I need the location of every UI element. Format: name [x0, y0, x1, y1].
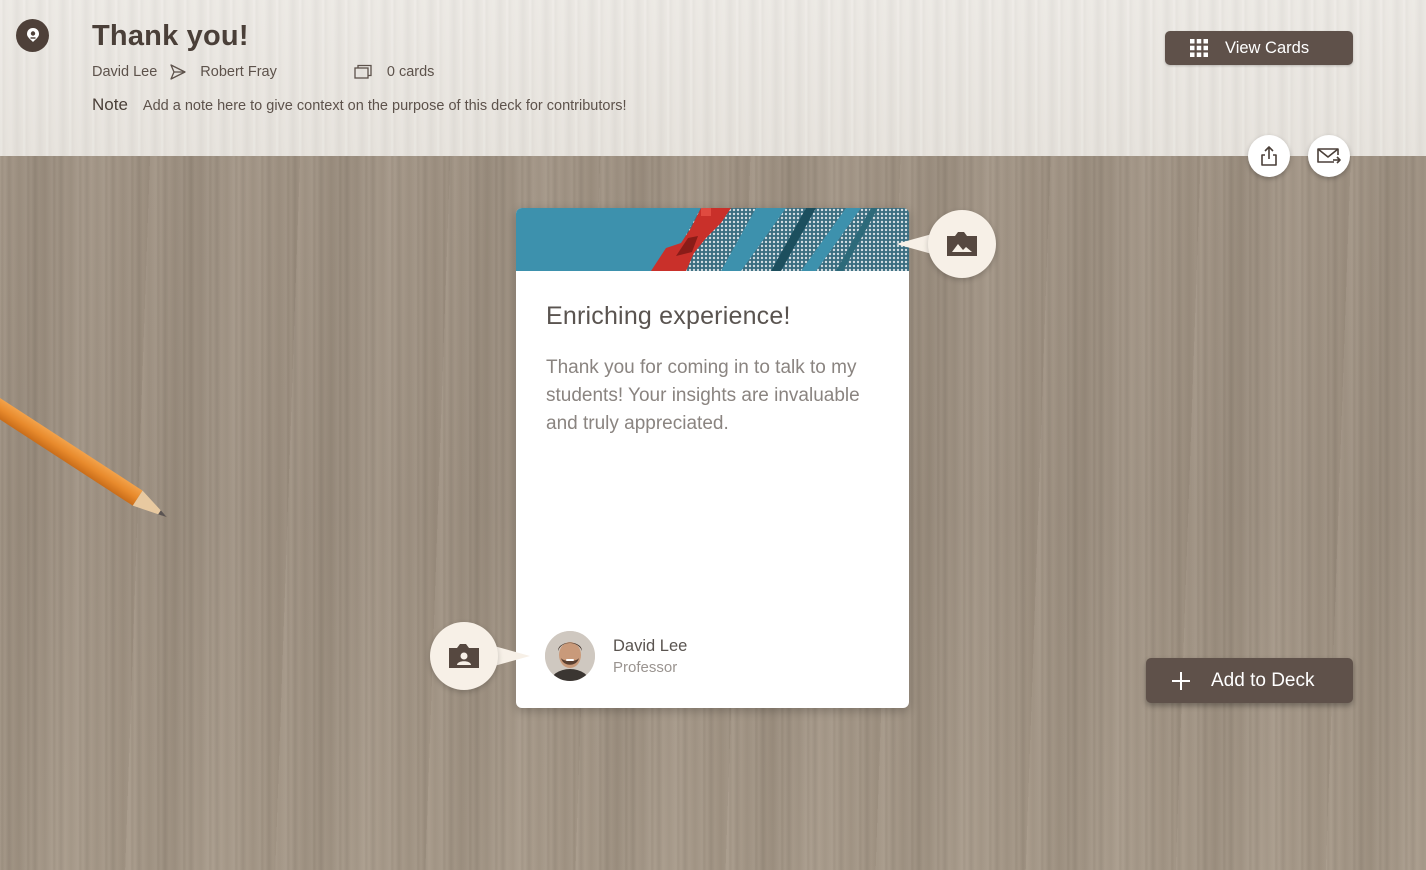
app-logo-icon[interactable]: [16, 19, 49, 52]
author-info: David Lee Professor: [613, 637, 687, 676]
share-icon: [1261, 146, 1277, 166]
deck-note: Note Add a note here to give context on …: [92, 95, 627, 115]
card-heading: Enriching experience!: [546, 302, 791, 330]
image-folder-icon: [947, 232, 977, 256]
note-text[interactable]: Add a note here to give context on the p…: [143, 98, 627, 114]
mail-forward-icon: [1317, 148, 1341, 164]
grid-icon: [1190, 39, 1208, 57]
view-cards-button[interactable]: View Cards: [1165, 31, 1353, 65]
share-button[interactable]: [1248, 135, 1290, 177]
change-image-button[interactable]: [928, 210, 996, 278]
add-to-deck-button[interactable]: Add to Deck: [1146, 658, 1353, 703]
deck-meta: David Lee Robert Fray 0 cards: [92, 62, 434, 82]
author-name: David Lee: [613, 636, 688, 655]
card-banner-image: [516, 208, 909, 271]
cards-stack-icon: [353, 64, 373, 80]
page-title: Thank you!: [92, 20, 249, 52]
thank-you-card[interactable]: Enriching experience! Thank you for comi…: [516, 208, 909, 708]
profile-photo-icon: [449, 644, 479, 668]
change-avatar-button[interactable]: [430, 622, 498, 690]
bubble-pointer: [494, 646, 530, 666]
author-role: Professor: [613, 658, 678, 676]
recipient-name: Robert Fray: [200, 64, 277, 80]
view-cards-label: View Cards: [1225, 38, 1310, 57]
email-button[interactable]: [1308, 135, 1350, 177]
pencil-decoration: [0, 390, 168, 518]
plus-icon: [1172, 671, 1190, 690]
avatar: [545, 631, 595, 681]
bubble-pointer: [896, 234, 932, 254]
send-icon: [169, 63, 187, 81]
add-to-deck-label: Add to Deck: [1211, 669, 1315, 691]
card-author: David Lee Professor: [545, 631, 687, 681]
sender-name: David Lee: [92, 64, 158, 80]
note-label: Note: [92, 95, 128, 114]
card-message: Thank you for coming in to talk to my st…: [546, 357, 860, 434]
card-count: 0 cards: [386, 64, 435, 80]
